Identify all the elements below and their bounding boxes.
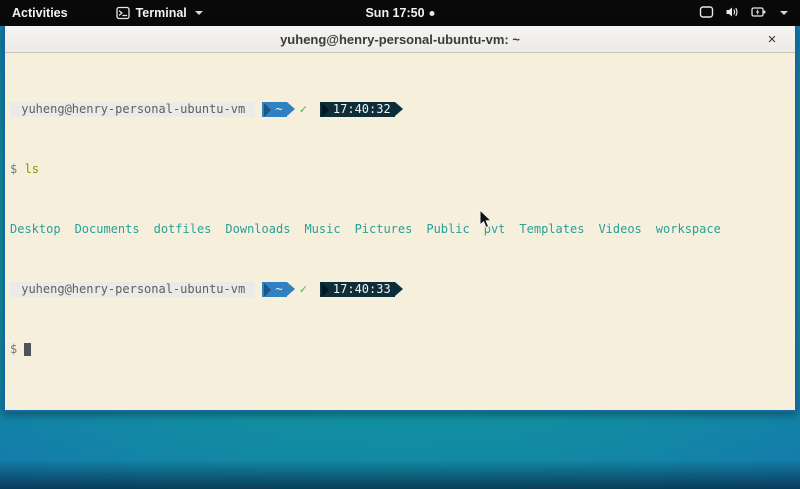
directory-name: Desktop [10,222,61,237]
volume-icon [725,5,740,22]
powerline-arrow-icon [322,283,329,297]
window-titlebar[interactable]: yuheng@henry-personal-ubuntu-vm: ~ × [5,26,795,53]
prompt-time-badge: 17:40:33 [320,282,395,297]
terminal-icon [116,6,130,20]
directory-name: Videos [598,222,641,237]
command-text: ls [24,162,38,177]
directory-name: Pictures [355,222,413,237]
app-menu-label: Terminal [136,6,187,20]
prompt-user-segment: yuheng@henry-personal-ubuntu-vm [10,282,255,297]
status-check-icon: ✓ [300,102,307,117]
top-bar: Activities Terminal Sun 17:50 [0,0,800,26]
prompt-line: yuheng@henry-personal-ubuntu-vm ~ ✓ 17:4… [10,102,795,117]
status-check-icon: ✓ [300,282,307,297]
prompt-user-segment: yuheng@henry-personal-ubuntu-vm [10,102,255,117]
clock-label: Sun 17:50 [365,6,424,20]
powerline-arrow-icon [322,103,329,117]
prompt-symbol: $ [10,162,17,177]
directory-name: Downloads [225,222,290,237]
command-line: $ ls [10,162,795,177]
prompt-path-badge: ~ [262,102,286,117]
screen-icon [699,5,714,22]
input-line: $ [10,342,795,357]
directory-name: Music [304,222,340,237]
ls-output-line: Desktop Documents dotfiles Downloads Music Pi… [10,222,795,237]
directory-name: Public [426,222,469,237]
battery-charging-icon [751,5,767,22]
directory-name: workspace [656,222,721,237]
powerline-arrow-icon [264,283,271,297]
mouse-cursor [479,209,494,235]
chevron-down-icon [195,11,203,15]
prompt-path: ~ [275,102,282,117]
prompt-path-badge: ~ [262,282,286,297]
prompt-time: 17:40:32 [333,102,391,117]
directory-name: Templates [519,222,584,237]
prompt-symbol: $ [10,342,17,357]
window-title: yuheng@henry-personal-ubuntu-vm: ~ [280,32,520,47]
prompt-path: ~ [275,282,282,297]
terminal-window: yuheng@henry-personal-ubuntu-vm: ~ × yuh… [3,26,797,412]
activities-button[interactable]: Activities [0,0,80,26]
prompt-time: 17:40:33 [333,282,391,297]
text-cursor [24,343,31,356]
directory-name: Documents [75,222,140,237]
prompt-time-badge: 17:40:32 [320,102,395,117]
system-tray[interactable] [691,0,796,26]
directory-name: dotfiles [154,222,212,237]
notification-dot [430,11,435,16]
terminal-screen[interactable]: yuheng@henry-personal-ubuntu-vm ~ ✓ 17:4… [5,53,795,409]
clock-button[interactable]: Sun 17:50 [357,0,442,26]
app-menu-terminal[interactable]: Terminal [108,0,211,26]
powerline-arrow-icon [264,103,271,117]
prompt-line: yuheng@henry-personal-ubuntu-vm ~ ✓ 17:4… [10,282,795,297]
chevron-down-icon [780,11,788,15]
close-button[interactable]: × [763,30,781,48]
